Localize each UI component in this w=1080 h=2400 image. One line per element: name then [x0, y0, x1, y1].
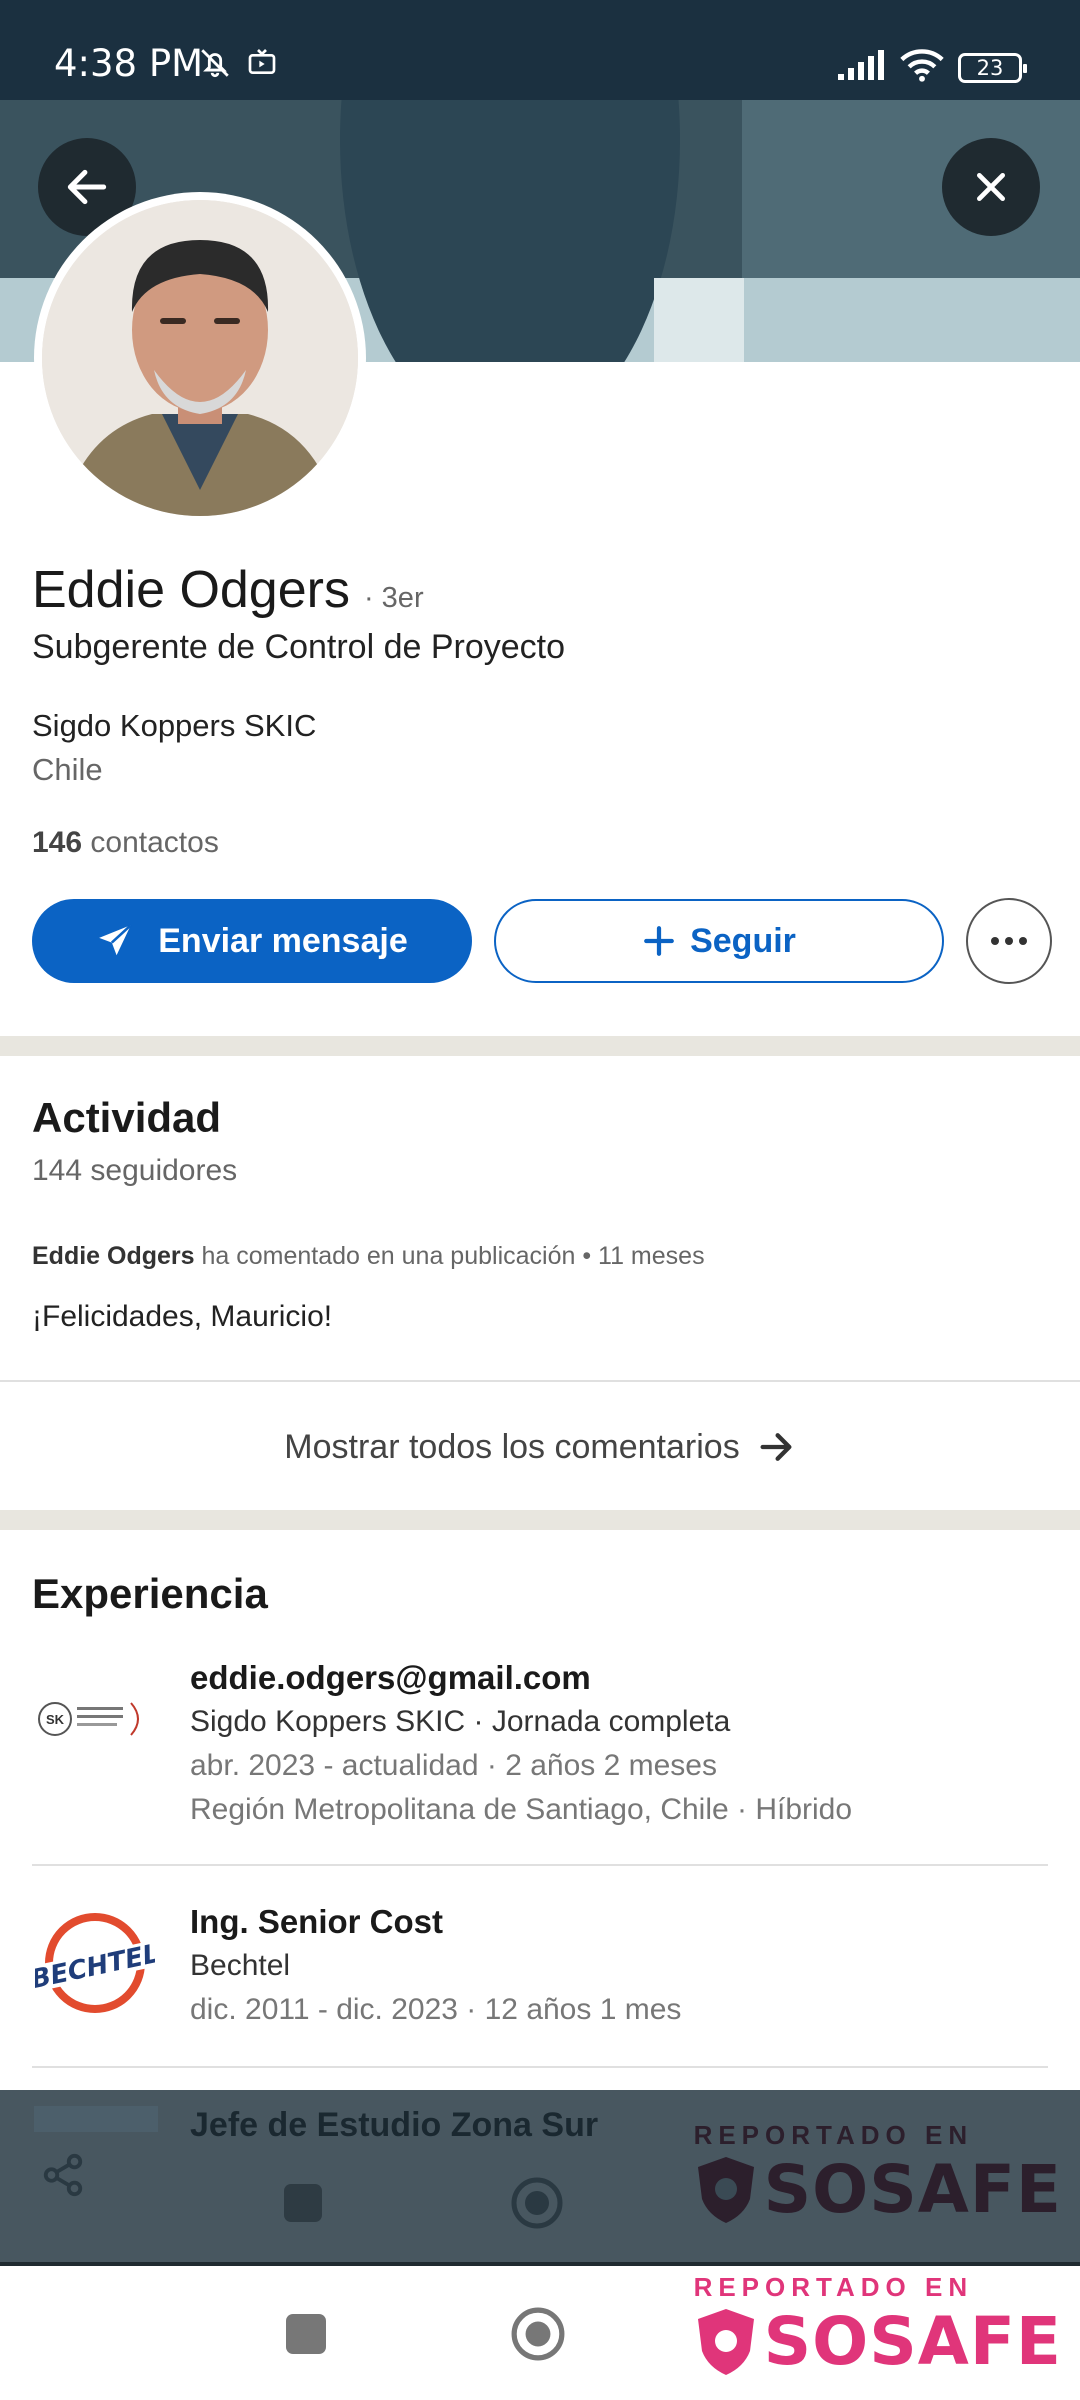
- follow-button[interactable]: Seguir: [494, 899, 944, 983]
- divider-line: [32, 2066, 1048, 2068]
- sosafe-watermark: REPORTADO EN SOSAFE: [693, 2120, 1062, 2228]
- svg-text:SK: SK: [46, 1712, 65, 1727]
- navigation-bar: REPORTADO EN SOSAFE: [0, 2262, 1080, 2400]
- shield-icon: [697, 2308, 754, 2375]
- status-time: 4:38 PM: [54, 42, 204, 85]
- connection-degree: · 3er: [363, 582, 424, 614]
- activity-comment[interactable]: ¡Felicidades, Mauricio!: [32, 1300, 332, 1334]
- profile-location: Chile: [32, 752, 103, 787]
- more-options-button[interactable]: [966, 898, 1052, 984]
- stop-icon[interactable]: [284, 2184, 322, 2222]
- mute-icon: [198, 46, 232, 85]
- show-all-comments-button[interactable]: Mostrar todos los comentarios: [0, 1382, 1080, 1512]
- sigdo-koppers-logo: SK: [32, 1656, 158, 1782]
- shield-icon: [697, 2156, 754, 2223]
- experience-dates: abr. 2023 - actualidad · 2 años 2 meses: [190, 1749, 717, 1782]
- profile-headline: Subgerente de Control de Proyecto: [32, 628, 566, 666]
- profile-company[interactable]: Sigdo Koppers SKIC: [32, 708, 316, 744]
- experience-title-text: Jefe de Estudio Zona Sur: [190, 2106, 599, 2144]
- recents-button[interactable]: [286, 2314, 326, 2354]
- show-all-label: Mostrar todos los comentarios: [284, 1427, 740, 1466]
- arrow-left-icon: [67, 169, 107, 205]
- record-icon[interactable]: [510, 2176, 564, 2235]
- share-icon[interactable]: [40, 2152, 86, 2203]
- recording-overlay: Jefe de Estudio Zona Sur REPORTADO EN SO…: [0, 2090, 1080, 2262]
- experience-title-text: Ing. Senior Cost: [190, 1903, 444, 1940]
- signal-icon: [836, 48, 886, 87]
- experience-title-text: eddie.odgers@gmail.com: [190, 1659, 591, 1696]
- follow-label: Seguir: [690, 921, 796, 960]
- bechtel-logo: BECHTEL: [32, 1900, 158, 2026]
- wifi-icon: [900, 48, 944, 87]
- experience-company: Sigdo Koppers SKIC · Jornada completa: [190, 1705, 731, 1738]
- contacts-count[interactable]: 146 contactos: [32, 826, 219, 860]
- status-bar: 4:38 PM 23: [0, 0, 1080, 100]
- company-logo-placeholder: [34, 2106, 158, 2132]
- followers-count: 144 seguidores: [32, 1154, 238, 1187]
- experience-location: Región Metropolitana de Santiago, Chile …: [190, 1793, 853, 1826]
- send-message-label: Enviar mensaje: [158, 921, 408, 960]
- activity-title: Actividad: [32, 1094, 222, 1141]
- divider-line: [32, 1864, 1048, 1866]
- battery-icon: 23: [958, 52, 1027, 83]
- activity-meta: Eddie Odgers ha comentado en una publica…: [32, 1242, 705, 1270]
- home-button[interactable]: [510, 2306, 566, 2367]
- avatar[interactable]: [34, 192, 366, 524]
- sosafe-watermark: REPORTADO EN SOSAFE: [693, 2272, 1062, 2380]
- close-icon: [977, 173, 1005, 201]
- arrow-right-icon: [760, 1433, 792, 1461]
- experience-title: Experiencia: [32, 1570, 268, 1617]
- experience-item[interactable]: BECHTEL Ing. Senior Cost Bechtel dic. 20…: [32, 1900, 1048, 2040]
- plus-icon: [644, 926, 674, 956]
- experience-dates: dic. 2011 - dic. 2023 · 12 años 1 mes: [190, 1993, 682, 2026]
- tv-icon: [246, 46, 278, 85]
- ellipsis-icon: [991, 937, 1027, 945]
- profile-name: Eddie Odgers: [32, 561, 350, 619]
- send-icon: [99, 924, 132, 956]
- experience-item[interactable]: SK eddie.odgers@gmail.com Sigdo Koppers …: [32, 1656, 1048, 1836]
- experience-company: Bechtel: [190, 1949, 291, 1982]
- section-divider: [0, 1036, 1080, 1056]
- send-message-button[interactable]: Enviar mensaje: [32, 899, 472, 983]
- close-button[interactable]: [942, 138, 1040, 236]
- section-divider: [0, 1510, 1080, 1530]
